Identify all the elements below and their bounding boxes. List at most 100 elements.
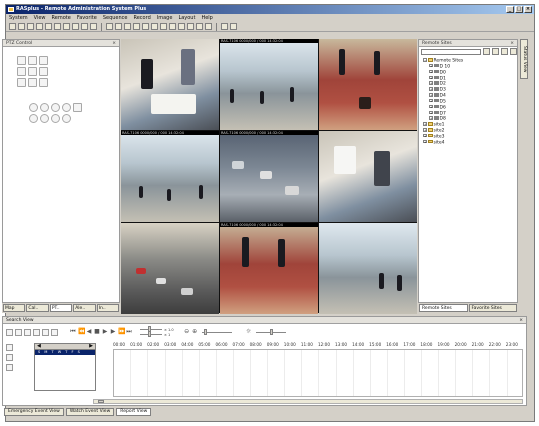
camera-view-5[interactable]: RAS-7106 0000/000 / 000 14:32:04 — [220, 131, 318, 222]
toolbar-button[interactable] — [72, 23, 79, 30]
search-icon[interactable] — [6, 328, 13, 336]
toolbar-button[interactable] — [9, 23, 16, 30]
play-icon[interactable]: ▶ — [102, 329, 108, 335]
menu-remote[interactable]: Remote — [52, 14, 71, 22]
ptz-down-button[interactable] — [28, 78, 37, 87]
tab-favorite-sites[interactable]: Favorite Sites — [468, 304, 517, 312]
toolbar-button[interactable] — [36, 23, 43, 30]
tab-map[interactable]: Map — [3, 304, 26, 312]
layout-button[interactable] — [196, 23, 203, 30]
ptz-up-button[interactable] — [28, 56, 37, 65]
layout-button[interactable] — [151, 23, 158, 30]
scale-slider-knob[interactable] — [148, 331, 151, 337]
expand-icon[interactable]: + — [423, 133, 427, 138]
disconnect-icon[interactable] — [510, 48, 517, 55]
zoom-in-icon[interactable]: ⊕ — [192, 329, 198, 335]
toolbar-button[interactable] — [18, 23, 25, 30]
step-forward-icon[interactable]: ▶ — [110, 329, 116, 335]
camera-view-9[interactable] — [319, 223, 417, 314]
camera-view-4[interactable]: RAS-7106 0000/000 / 000 14:32:04 — [121, 131, 219, 222]
camera-view-7[interactable] — [121, 223, 219, 314]
expand-icon[interactable]: + — [429, 63, 433, 68]
expand-icon[interactable]: + — [429, 75, 433, 80]
filter-button[interactable] — [6, 354, 13, 361]
camera-view-1[interactable] — [121, 39, 219, 130]
scale-slider[interactable] — [140, 331, 162, 337]
menu-system[interactable]: System — [9, 14, 28, 22]
ptz-down-left-button[interactable] — [17, 78, 26, 87]
ptz-close-icon[interactable]: × — [112, 40, 116, 47]
tab-watch-event-view[interactable]: Watch Event View — [65, 408, 115, 416]
ptz-light-button[interactable] — [62, 114, 71, 123]
expand-icon[interactable]: + — [429, 69, 433, 74]
tab-remote-sites[interactable]: Remote Sites — [419, 304, 468, 312]
ptz-right-button[interactable] — [39, 67, 48, 76]
connect-icon[interactable] — [501, 48, 508, 55]
ptz-focus-far-button[interactable] — [62, 103, 71, 112]
toolbar-button[interactable] — [45, 23, 52, 30]
layout-3x3-button[interactable] — [124, 23, 131, 30]
ptz-iris-open-button[interactable] — [29, 114, 38, 123]
search-option-button[interactable] — [51, 328, 58, 336]
expand-icon[interactable]: + — [429, 93, 433, 97]
menu-image[interactable]: Image — [157, 14, 173, 22]
skip-start-icon[interactable]: ⏮ — [70, 329, 76, 335]
search-option-button[interactable] — [15, 328, 22, 336]
ptz-left-button[interactable] — [17, 67, 26, 76]
ptz-zoom-out-button[interactable] — [40, 103, 49, 112]
close-button[interactable]: × — [524, 6, 532, 13]
ptz-down-right-button[interactable] — [39, 78, 48, 87]
tree-item[interactable]: + site4 — [423, 139, 463, 146]
toolbar-button[interactable] — [27, 23, 34, 30]
layout-button[interactable] — [169, 23, 176, 30]
expand-icon[interactable]: + — [429, 116, 433, 120]
step-back-icon[interactable]: ◀ — [86, 329, 92, 335]
calendar[interactable]: ◀ ▶ S M T W T F S — [34, 343, 96, 391]
stop-icon[interactable]: ■ — [94, 329, 100, 335]
brightness-slider[interactable] — [255, 328, 286, 335]
timeline-zoom-slider[interactable] — [201, 328, 232, 335]
menu-view[interactable]: View — [34, 14, 46, 22]
expand-icon[interactable]: + — [429, 98, 433, 103]
ptz-up-right-button[interactable] — [39, 56, 48, 65]
timeline-grid[interactable] — [113, 349, 523, 397]
toolbar-button[interactable] — [63, 23, 70, 30]
layout-button[interactable] — [178, 23, 185, 30]
menu-favorite[interactable]: Favorite — [77, 14, 97, 22]
tab-emergency-event-view[interactable]: Emergency Event View — [4, 408, 64, 416]
expand-icon[interactable]: + — [429, 87, 433, 91]
zoom-out-icon[interactable]: ⊖ — [184, 329, 190, 335]
rewind-icon[interactable]: ⏪ — [78, 329, 85, 335]
camera-view-8[interactable]: RAS-7106 0000/000 / 000 14:32:04 — [220, 223, 318, 314]
toolbar-button[interactable] — [81, 23, 88, 30]
fast-forward-icon[interactable]: ⏩ — [118, 329, 125, 335]
search-option-button[interactable] — [24, 328, 31, 336]
toolbar-button[interactable] — [221, 23, 228, 30]
ptz-auto-button[interactable] — [51, 114, 60, 123]
ptz-home-button[interactable] — [28, 67, 37, 76]
scrollbar-thumb[interactable] — [98, 400, 104, 403]
next-month-icon[interactable]: ▶ — [89, 344, 93, 349]
ptz-zoom-in-button[interactable] — [29, 103, 38, 112]
layout-button[interactable] — [187, 23, 194, 30]
layout-4x4-button[interactable] — [133, 23, 140, 30]
expand-icon[interactable]: + — [423, 128, 427, 132]
menu-layout[interactable]: Layout — [178, 14, 195, 22]
layout-2x2-button[interactable] — [115, 23, 122, 30]
layout-button[interactable] — [160, 23, 167, 30]
camera-select-button[interactable] — [6, 344, 13, 351]
search-icon[interactable] — [483, 48, 490, 55]
brightness-icon[interactable]: ☼ — [246, 329, 252, 335]
list-button[interactable] — [6, 364, 13, 371]
expand-icon[interactable]: + — [423, 139, 427, 144]
ptz-iris-close-button[interactable] — [40, 114, 49, 123]
tab-calendar[interactable]: Cal.. — [26, 304, 49, 312]
status-view-tab[interactable]: Status View — [520, 39, 528, 79]
tab-report-view[interactable]: Report View — [116, 408, 152, 416]
tab-info[interactable]: In.. — [96, 304, 120, 312]
ptz-up-left-button[interactable] — [17, 56, 26, 65]
layout-button[interactable] — [205, 23, 212, 30]
add-site-icon[interactable] — [492, 48, 499, 55]
brightness-knob[interactable] — [269, 328, 273, 335]
tab-alert[interactable]: Ale.. — [73, 304, 96, 312]
